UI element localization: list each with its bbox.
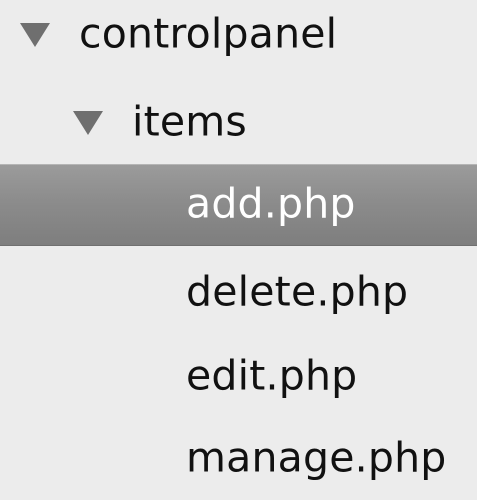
tree-item-label: delete.php xyxy=(186,267,409,316)
tree-file-manage-php[interactable]: manage.php xyxy=(0,418,477,500)
disclosure-triangle-icon[interactable] xyxy=(20,23,50,47)
tree-item-label: manage.php xyxy=(186,433,447,482)
tree-file-edit-php[interactable]: edit.php xyxy=(0,336,477,418)
tree-item-label: controlpanel xyxy=(79,9,338,58)
tree-item-label: items xyxy=(132,97,247,146)
tree-file-add-php[interactable]: add.php xyxy=(0,164,477,246)
tree-item-label: add.php xyxy=(186,179,356,228)
tree-item-label: edit.php xyxy=(186,351,358,400)
disclosure-triangle-icon[interactable] xyxy=(73,111,103,135)
tree-file-delete-php[interactable]: delete.php xyxy=(0,252,477,334)
tree-folder-items[interactable]: items xyxy=(0,82,477,164)
tree-folder-controlpanel[interactable]: controlpanel xyxy=(0,0,477,76)
file-tree: controlpanel items add.php delete.php ed… xyxy=(0,0,477,500)
